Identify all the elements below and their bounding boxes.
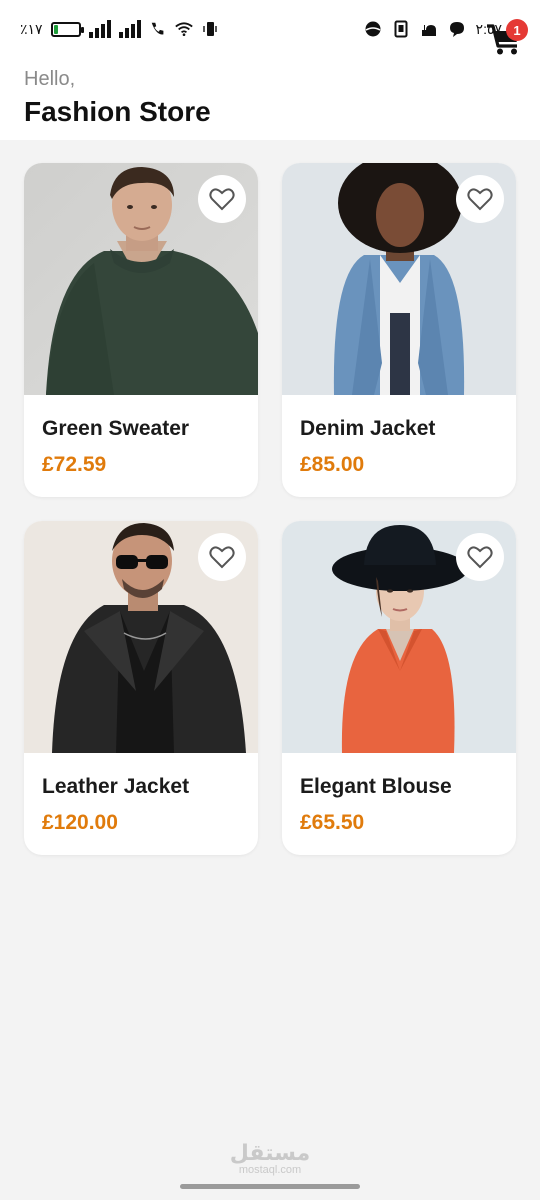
- product-name: Leather Jacket: [42, 775, 190, 798]
- battery-percent: ٪١٧: [20, 20, 43, 37]
- product-name: Green Sweater: [42, 417, 190, 440]
- vibrate-icon: [201, 20, 219, 38]
- heart-icon: [209, 546, 235, 569]
- product-image-elegant-blouse: [282, 521, 516, 753]
- product-name: Denim Jacket: [300, 417, 436, 440]
- product-price: £85.00: [300, 453, 365, 476]
- product-card[interactable]: Elegant Blouse £65.50: [282, 521, 516, 855]
- product-card[interactable]: Green Sweater £72.59: [24, 163, 258, 497]
- status-right: ٢:٥٧: [364, 20, 502, 38]
- signal-icon-2: [118, 20, 141, 38]
- page-title: Fashion Store: [24, 96, 211, 127]
- product-image-leather-jacket: [24, 521, 258, 753]
- wifi-call-icon: [149, 20, 167, 38]
- favorite-button[interactable]: [198, 175, 246, 223]
- battery-icon: [50, 21, 84, 37]
- sim-icon: [392, 20, 410, 38]
- product-name: Elegant Blouse: [300, 775, 452, 798]
- product-price: £72.59: [42, 453, 107, 476]
- product-price: £120.00: [42, 811, 118, 834]
- globe-icon: [364, 20, 382, 38]
- product-price: £65.50: [300, 811, 365, 834]
- product-card[interactable]: Denim Jacket £85.00: [282, 163, 516, 497]
- favorite-button[interactable]: [198, 533, 246, 581]
- watermark-logo: مستقل mostaql.com: [0, 1140, 540, 1177]
- favorite-button[interactable]: [456, 175, 504, 223]
- product-card[interactable]: Leather Jacket £120.00: [24, 521, 258, 855]
- watermark-latin: mostaql.com: [238, 1164, 302, 1176]
- wifi-icon: [174, 20, 193, 38]
- chat-icon: [448, 20, 466, 38]
- app-header: Hello, Fashion Store: [0, 60, 540, 140]
- favorite-button[interactable]: [456, 533, 504, 581]
- signal-icon: [88, 20, 111, 38]
- product-image-green-sweater: [24, 163, 258, 395]
- mosque-icon: [420, 20, 438, 38]
- heart-icon: [467, 546, 493, 569]
- status-left: ٪١٧: [20, 20, 219, 38]
- heart-icon: [467, 188, 493, 211]
- greeting-text: Hello,: [24, 68, 76, 90]
- status-bar: ٪١٧ ٢:٥٧: [0, 0, 540, 60]
- product-grid: Green Sweater £72.59 Denim Jacket £85.00: [24, 163, 516, 855]
- home-indicator[interactable]: [180, 1184, 360, 1189]
- watermark-arabic: مستقل: [229, 1140, 311, 1165]
- cart-count-badge: 1: [506, 19, 528, 41]
- heart-icon: [209, 188, 235, 211]
- product-image-denim-jacket: [282, 163, 516, 395]
